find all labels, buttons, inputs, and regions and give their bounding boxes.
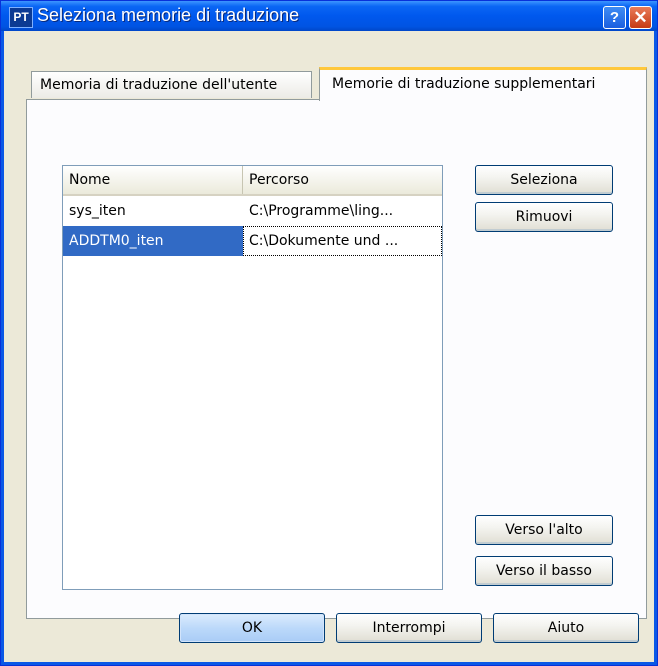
title-bar[interactable]: PT Seleziona memorie di traduzione ? ✕ xyxy=(1,1,657,31)
list-header: Nome Percorso xyxy=(63,166,442,196)
help-title-button[interactable]: ? xyxy=(603,6,626,29)
memories-list[interactable]: Nome Percorso sys_iten C:\Programme\ling… xyxy=(62,165,443,590)
ok-button[interactable]: OK xyxy=(179,613,325,643)
dialog-body: Memoria di traduzione dell'utente Memori… xyxy=(4,31,654,662)
cancel-button[interactable]: Interrompi xyxy=(336,613,482,643)
row-path-cell: C:\Dokumente und ... xyxy=(243,226,442,256)
window-title: Seleziona memorie di traduzione xyxy=(37,5,300,25)
tab-panel: Nome Percorso sys_iten C:\Programme\ling… xyxy=(26,99,647,619)
row-path-cell: C:\Programme\ling... xyxy=(249,203,394,219)
close-title-button[interactable]: ✕ xyxy=(629,6,652,29)
move-up-button[interactable]: Verso l'alto xyxy=(475,515,613,545)
row-name-cell: ADDTM0_iten xyxy=(63,226,243,256)
tab-user-memory[interactable]: Memoria di traduzione dell'utente xyxy=(31,71,312,98)
app-icon: PT xyxy=(9,7,33,28)
row-name-cell: sys_iten xyxy=(69,203,126,219)
column-header-path[interactable]: Percorso xyxy=(243,166,442,194)
list-row[interactable]: sys_iten C:\Programme\ling... xyxy=(63,196,442,226)
column-header-name[interactable]: Nome xyxy=(63,166,243,194)
remove-button[interactable]: Rimuovi xyxy=(475,202,613,232)
dialog-window: PT Seleziona memorie di traduzione ? ✕ M… xyxy=(0,0,658,666)
help-button[interactable]: Aiuto xyxy=(493,613,639,643)
select-button[interactable]: Seleziona xyxy=(475,165,613,195)
tab-supplementary-memories[interactable]: Memorie di traduzione supplementari xyxy=(319,67,647,101)
list-row-selected[interactable]: ADDTM0_iten C:\Dokumente und ... xyxy=(63,226,442,256)
move-down-button[interactable]: Verso il basso xyxy=(475,556,613,586)
